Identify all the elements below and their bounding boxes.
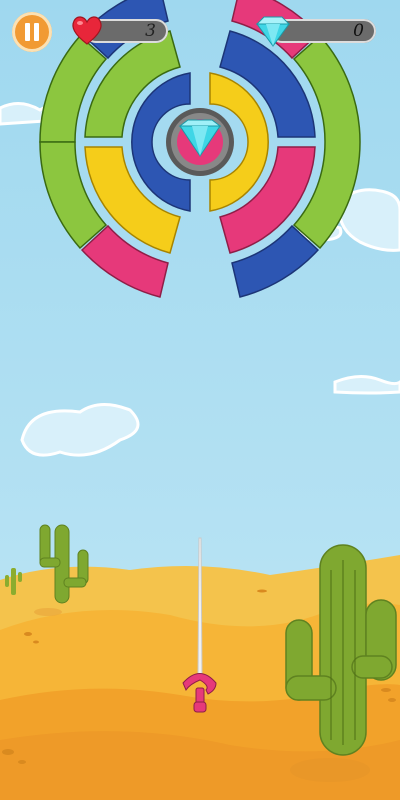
background [0, 0, 400, 800]
pause-icon [25, 23, 30, 41]
gems-value: 0 [353, 21, 364, 41]
pause-button[interactable] [12, 12, 52, 52]
diamond-icon [255, 16, 291, 47]
game-scene[interactable]: 3 0 [0, 0, 400, 800]
lives-value: 3 [145, 21, 156, 41]
heart-icon [72, 16, 102, 45]
pause-icon-bar [34, 23, 39, 41]
